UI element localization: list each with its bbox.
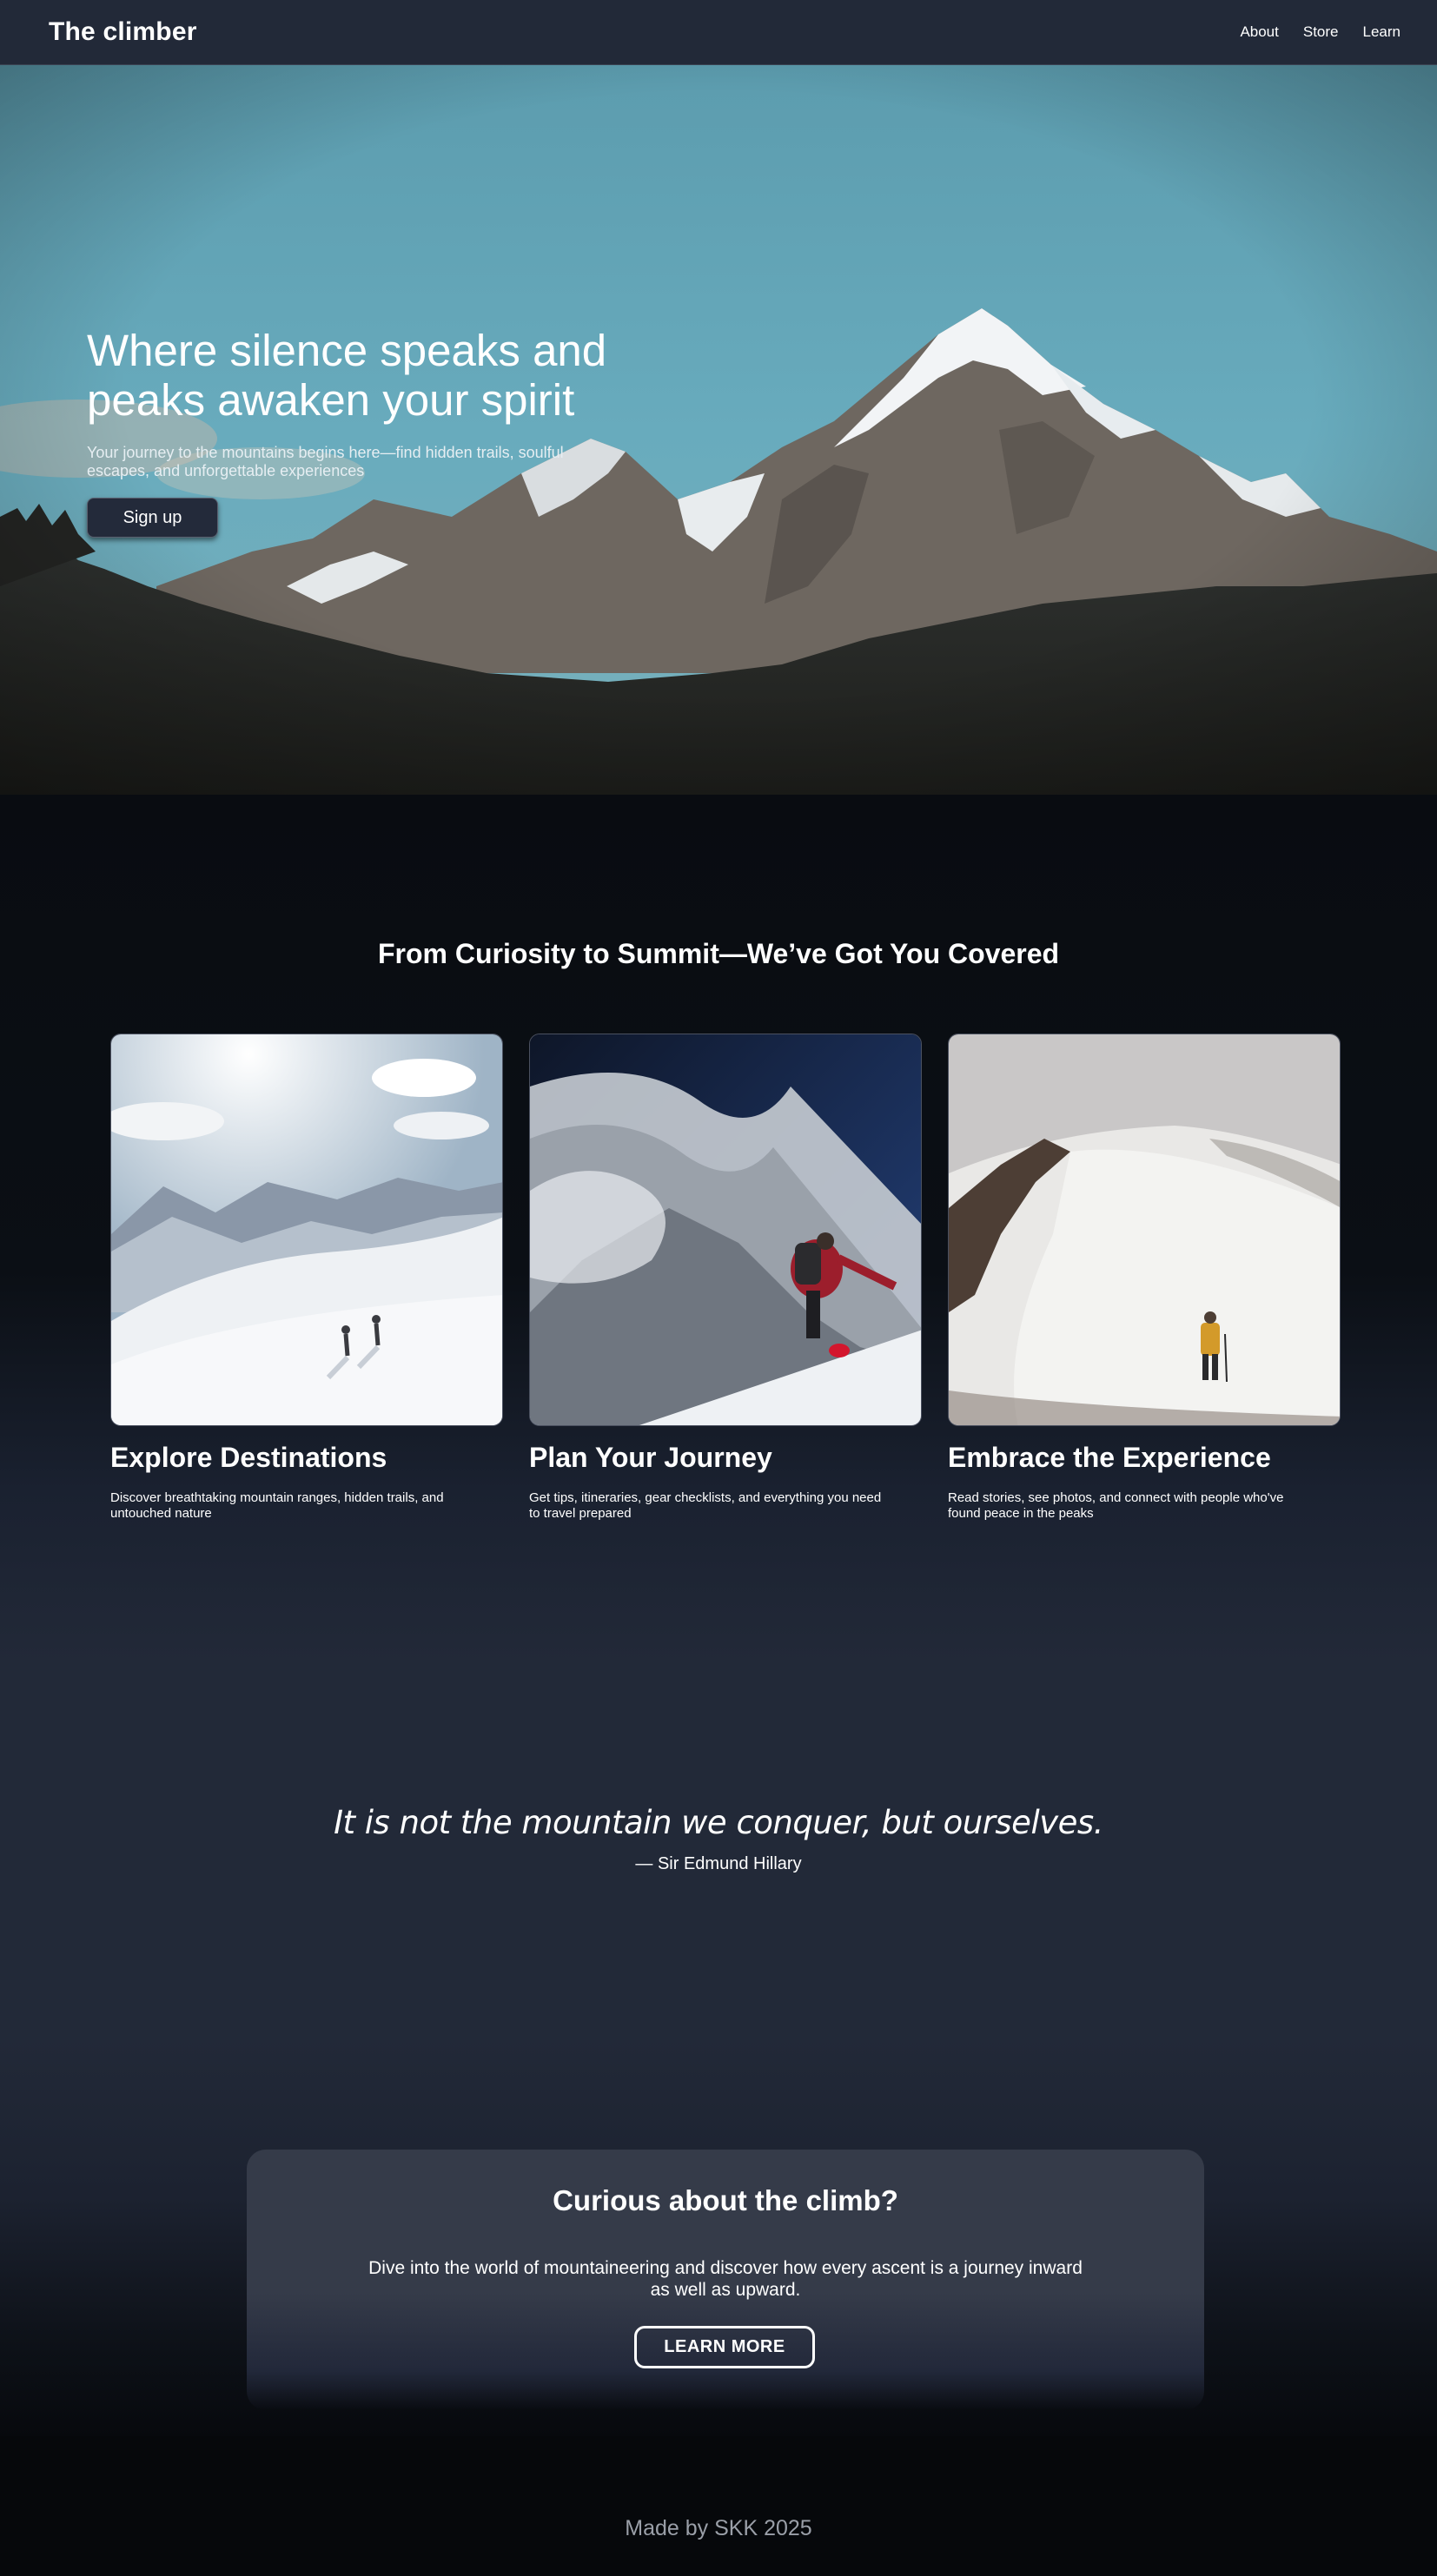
hero-subtitle: Your journey to the mountains begins her…: [87, 444, 564, 479]
feature-card-explore[interactable]: Explore Destinations Discover breathtaki…: [110, 1034, 503, 1522]
card-title-plan: Plan Your Journey: [529, 1442, 772, 1473]
card-desc-embrace: Read stories, see photos, and connect wi…: [948, 1490, 1284, 1521]
nav-link-store[interactable]: Store: [1303, 23, 1339, 41]
cta-title: Curious about the climb?: [553, 2184, 898, 2216]
card-desc-plan: Get tips, itineraries, gear checklists, …: [529, 1490, 882, 1521]
top-navbar: The climber About Store Learn: [0, 0, 1437, 65]
nav-links: About Store Learn: [1240, 23, 1401, 41]
quote-text: It is not the mountain we conquer, but o…: [334, 1804, 1103, 1841]
footer: Made by SKK 2025: [0, 2436, 1437, 2576]
hero-content: Where silence speaks and peaks awaken yo…: [87, 326, 626, 538]
quote-section: It is not the mountain we conquer, but o…: [0, 1663, 1437, 2037]
card-title-explore: Explore Destinations: [110, 1442, 387, 1473]
feature-card-plan[interactable]: Plan Your Journey Get tips, itineraries,…: [529, 1034, 922, 1522]
learn-more-button[interactable]: LEARN MORE: [634, 2326, 815, 2368]
cta-card: Curious about the climb? Dive into the w…: [247, 2150, 1204, 2410]
features-title: From Curiosity to Summit—We’ve Got You C…: [377, 938, 1060, 969]
nav-link-about[interactable]: About: [1240, 23, 1278, 41]
brand-logo[interactable]: The climber: [49, 17, 197, 47]
nav-link-learn[interactable]: Learn: [1363, 23, 1401, 41]
hero-title: Where silence speaks and peaks awaken yo…: [87, 326, 607, 425]
embrace-experience-image: [948, 1034, 1341, 1426]
quote-author: — Sir Edmund Hillary: [635, 1854, 802, 1873]
features-section: From Curiosity to Summit—We’ve Got You C…: [0, 795, 1437, 1663]
cta-text: Dive into the world of mountaineering an…: [368, 2258, 1083, 2300]
cta-section: Curious about the climb? Dive into the w…: [0, 2037, 1437, 2436]
card-title-embrace: Embrace the Experience: [948, 1442, 1271, 1473]
hero-section: Where silence speaks and peaks awaken yo…: [0, 65, 1437, 795]
signup-button[interactable]: Sign up: [87, 498, 218, 538]
footer-text: Made by SKK 2025: [625, 2516, 812, 2540]
explore-destinations-image: [110, 1034, 503, 1426]
card-desc-explore: Discover breathtaking mountain ranges, h…: [110, 1490, 444, 1521]
plan-journey-image: [529, 1034, 922, 1426]
feature-card-embrace[interactable]: Embrace the Experience Read stories, see…: [948, 1034, 1341, 1522]
